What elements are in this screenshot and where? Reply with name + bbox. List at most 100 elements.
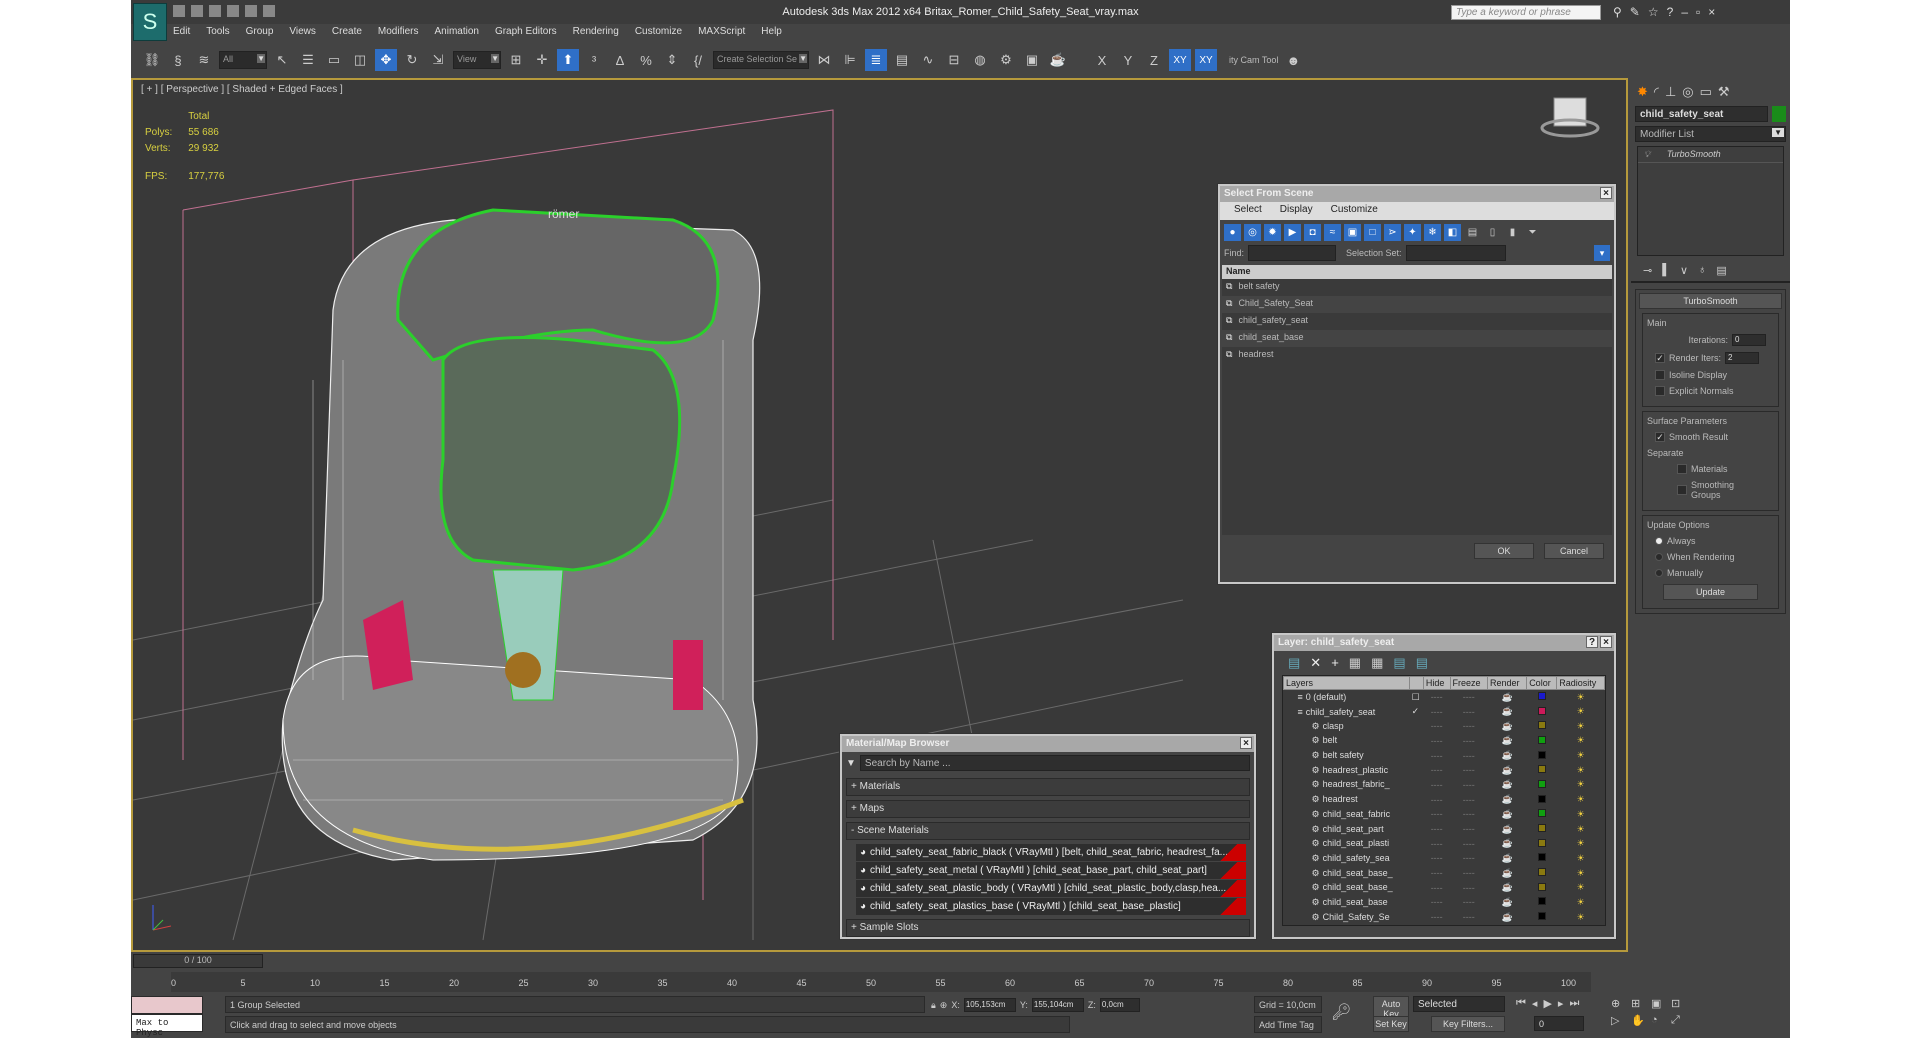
- select-manipulate-icon[interactable]: ✛: [531, 49, 553, 71]
- help-button[interactable]: ?: [1586, 636, 1598, 648]
- modifier-list-dropdown[interactable]: Modifier List ▼: [1635, 126, 1786, 142]
- set-key-button[interactable]: Set Key: [1373, 1016, 1409, 1032]
- layer-row[interactable]: ⚙ child_seat_plasti ---- ---- ☕ ☀: [1284, 836, 1605, 851]
- axis-xy-cycle-button[interactable]: XY: [1195, 49, 1217, 71]
- menu-display[interactable]: Display: [1280, 204, 1313, 218]
- utilities-tab-icon[interactable]: ⚒: [1718, 84, 1730, 100]
- freeze-toggle[interactable]: ----: [1450, 734, 1487, 749]
- freeze-all-icon[interactable]: ▤: [1416, 655, 1428, 671]
- display-tab-icon[interactable]: ▭: [1700, 84, 1712, 100]
- freeze-toggle[interactable]: ----: [1450, 792, 1487, 807]
- render-teapot-icon[interactable]: ☕: [1488, 719, 1527, 734]
- selection-set-dropdown[interactable]: [1405, 245, 1506, 261]
- rotate-icon[interactable]: ↻: [401, 49, 423, 71]
- hide-toggle[interactable]: ----: [1423, 704, 1450, 719]
- minimize-icon[interactable]: –: [1681, 5, 1688, 19]
- spacewarps-filter-icon[interactable]: ≈: [1324, 224, 1341, 241]
- pivot-center-icon[interactable]: ⊞: [505, 49, 527, 71]
- layer-color-cell[interactable]: [1527, 807, 1557, 822]
- zoom-all-icon[interactable]: ⊞: [1631, 997, 1647, 1010]
- layer-color-cell[interactable]: [1527, 910, 1557, 925]
- menu-views[interactable]: Views: [289, 26, 316, 43]
- scene-material-item[interactable]: ◕ child_safety_seat_fabric_black ( VRayMt…: [856, 844, 1246, 861]
- radiosity-icon[interactable]: ☀: [1557, 866, 1605, 881]
- menu-graph-editors[interactable]: Graph Editors: [495, 26, 557, 43]
- freeze-toggle[interactable]: ----: [1450, 763, 1487, 778]
- current-layer-flag[interactable]: [1410, 734, 1424, 749]
- axis-xy-button[interactable]: XY: [1169, 49, 1191, 71]
- menu-rendering[interactable]: Rendering: [573, 26, 619, 43]
- geometry-filter-icon[interactable]: ●: [1224, 224, 1241, 241]
- close-button[interactable]: ×: [1240, 737, 1252, 749]
- render-teapot-icon[interactable]: ☕: [1488, 807, 1527, 822]
- xrefs-filter-icon[interactable]: □: [1364, 224, 1381, 241]
- hide-toggle[interactable]: ----: [1423, 910, 1450, 925]
- y-coordinate-field[interactable]: 155,104cm: [1031, 998, 1084, 1012]
- hide-toggle[interactable]: ----: [1423, 719, 1450, 734]
- sync-selection-icon[interactable]: ▾: [1594, 245, 1610, 261]
- maximize-viewport-icon[interactable]: ⤢: [1671, 1014, 1687, 1027]
- bones-filter-icon[interactable]: ⋗: [1384, 224, 1401, 241]
- current-layer-flag[interactable]: ✓: [1410, 704, 1424, 719]
- add-to-layer-icon[interactable]: +: [1331, 655, 1339, 671]
- delete-layer-icon[interactable]: ✕: [1310, 655, 1321, 671]
- layer-color-cell[interactable]: [1527, 748, 1557, 763]
- z-coordinate-field[interactable]: 0,0cm: [1099, 998, 1140, 1012]
- scene-materials-section[interactable]: - Scene Materials: [846, 822, 1250, 840]
- find-input[interactable]: [1248, 245, 1337, 261]
- object-color-swatch[interactable]: [1772, 106, 1786, 122]
- rendered-frame-window-icon[interactable]: ▣: [1021, 49, 1043, 71]
- scene-object-row[interactable]: ⧉ child_seat_base: [1222, 330, 1612, 347]
- radiosity-icon[interactable]: ☀: [1557, 704, 1605, 719]
- next-frame-icon[interactable]: ▸: [1558, 997, 1564, 1010]
- column-header[interactable]: Color: [1526, 676, 1558, 690]
- scene-object-row[interactable]: ⧉ Child_Safety_Seat: [1222, 296, 1612, 313]
- render-teapot-icon[interactable]: ☕: [1488, 895, 1527, 910]
- layer-color-cell[interactable]: [1527, 866, 1557, 881]
- hide-toggle[interactable]: ----: [1423, 880, 1450, 895]
- search-by-name-input[interactable]: Search by Name ...: [859, 755, 1250, 771]
- freeze-toggle[interactable]: ----: [1450, 778, 1487, 793]
- scene-material-item[interactable]: ◕ child_safety_seat_plastic_body ( VRayMt…: [856, 880, 1246, 897]
- binoculars-icon[interactable]: ⚲: [1613, 5, 1622, 19]
- menu-customize[interactable]: Customize: [635, 26, 682, 43]
- display-all-icon[interactable]: ▤: [1464, 224, 1481, 241]
- previous-frame-icon[interactable]: ◂: [1532, 997, 1538, 1010]
- pan-icon[interactable]: ✋: [1631, 1014, 1647, 1027]
- layer-color-cell[interactable]: [1527, 792, 1557, 807]
- freeze-toggle[interactable]: ----: [1450, 748, 1487, 763]
- hierarchy-tab-icon[interactable]: ⊥: [1665, 84, 1676, 100]
- select-object-icon[interactable]: ↖: [271, 49, 293, 71]
- current-layer-flag[interactable]: [1410, 822, 1424, 837]
- mirror-icon[interactable]: ⋈: [813, 49, 835, 71]
- x-coordinate-field[interactable]: 105,153cm: [963, 998, 1016, 1012]
- time-slider[interactable]: 0 / 100: [133, 954, 263, 968]
- layer-row[interactable]: ⚙ clasp ---- ---- ☕ ☀: [1284, 719, 1605, 734]
- bind-space-warp-icon[interactable]: ≋: [193, 49, 215, 71]
- select-by-name-icon[interactable]: ☰: [297, 49, 319, 71]
- lights-filter-icon[interactable]: ✹: [1264, 224, 1281, 241]
- zoom-icon[interactable]: ⊕: [1611, 997, 1627, 1010]
- scene-object-row[interactable]: ⧉ belt safety: [1222, 279, 1612, 296]
- render-teapot-icon[interactable]: ☕: [1488, 734, 1527, 749]
- radiosity-icon[interactable]: ☀: [1557, 895, 1605, 910]
- maps-section[interactable]: + Maps: [846, 800, 1250, 818]
- orbit-icon[interactable]: ◔: [1651, 1014, 1667, 1027]
- app-logo-button[interactable]: S: [133, 3, 167, 41]
- link-icon[interactable]: ⛓: [141, 49, 163, 71]
- radiosity-icon[interactable]: ☀: [1557, 748, 1605, 763]
- radiosity-icon[interactable]: ☀: [1557, 778, 1605, 793]
- object-name-field[interactable]: child_safety_seat: [1635, 106, 1768, 122]
- viewcube[interactable]: [1540, 97, 1600, 138]
- create-tab-icon[interactable]: ✸: [1637, 84, 1648, 100]
- radiosity-icon[interactable]: ☀: [1557, 734, 1605, 749]
- layer-color-cell[interactable]: [1527, 822, 1557, 837]
- layer-color-cell[interactable]: [1527, 895, 1557, 910]
- remove-modifier-icon[interactable]: ♁: [1698, 264, 1706, 277]
- current-layer-flag[interactable]: [1410, 748, 1424, 763]
- lock-icon[interactable]: 🔒︎: [931, 1000, 936, 1011]
- turbosmooth-rollout-header[interactable]: TurboSmooth: [1639, 293, 1782, 309]
- cancel-button[interactable]: Cancel: [1544, 543, 1604, 559]
- hide-toggle[interactable]: ----: [1423, 748, 1450, 763]
- current-layer-flag[interactable]: [1410, 880, 1424, 895]
